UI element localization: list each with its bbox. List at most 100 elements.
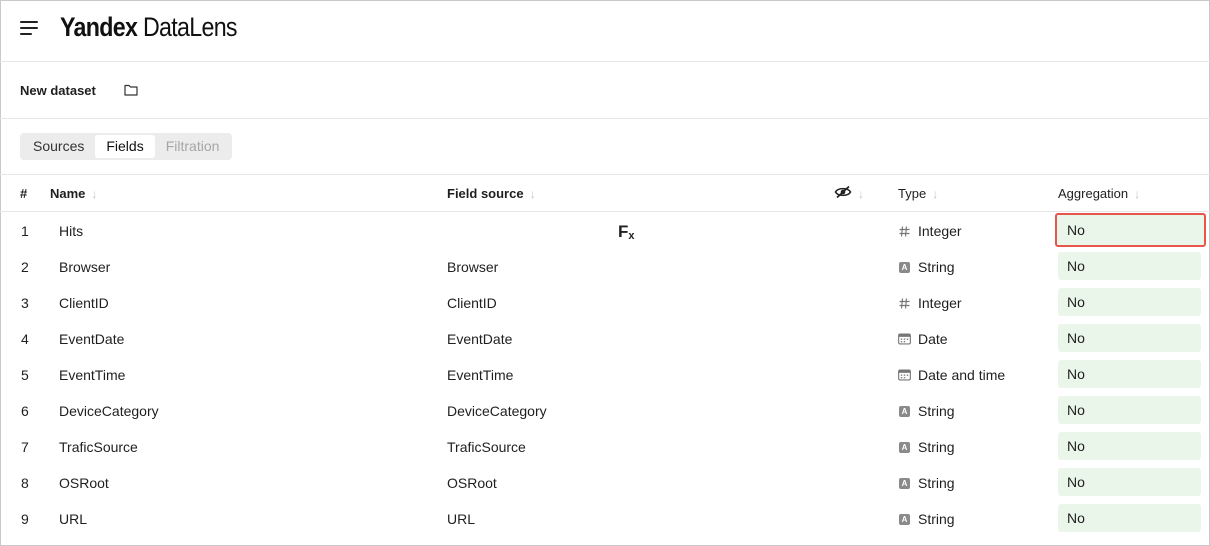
field-source[interactable]: ClientID — [447, 295, 497, 311]
arrow-down-icon[interactable]: ↓ — [91, 187, 97, 201]
string-icon: A — [898, 513, 911, 526]
column-header-name[interactable]: Name ↓ — [50, 186, 97, 201]
formula-icon[interactable]: Fx — [618, 222, 635, 242]
field-source[interactable]: EventTime — [447, 367, 513, 383]
field-type-label: String — [918, 403, 955, 419]
field-type[interactable]: A String — [898, 511, 955, 527]
column-header-type[interactable]: Type ↓ — [898, 186, 938, 201]
fields-table-header: # Name ↓ Field source ↓ ↓ Type ↓ Aggregatio… — [0, 176, 1210, 212]
folder-icon[interactable] — [124, 83, 138, 97]
column-header-aggregation[interactable]: Aggregation ↓ — [1058, 186, 1140, 201]
string-icon: A — [898, 477, 911, 490]
app-header: Yandex DataLens — [0, 0, 1210, 62]
string-icon: A — [898, 261, 911, 274]
field-name[interactable]: ClientID — [59, 295, 109, 311]
aggregation-select[interactable]: No — [1058, 432, 1201, 460]
table-row[interactable]: 7 TraficSource TraficSource A String No — [0, 428, 1210, 464]
aggregation-select[interactable]: No — [1058, 360, 1201, 388]
aggregation-select[interactable]: No — [1058, 468, 1201, 496]
column-header-visibility[interactable]: ↓ — [834, 185, 864, 202]
field-type-label: Date and time — [918, 367, 1006, 383]
field-type[interactable]: A String — [898, 403, 955, 419]
column-header-source-label: Field source — [447, 186, 524, 201]
aggregation-select[interactable]: No — [1058, 288, 1201, 316]
logo-yandex: Yandex — [60, 12, 138, 42]
aggregation-select[interactable]: No — [1058, 504, 1201, 532]
field-type[interactable]: A String — [898, 259, 955, 275]
field-type[interactable]: A String — [898, 439, 955, 455]
field-source[interactable]: Browser — [447, 259, 498, 275]
field-type-label: String — [918, 439, 955, 455]
field-type-label: Integer — [918, 223, 962, 239]
field-name[interactable]: DeviceCategory — [59, 403, 159, 419]
calendar-icon — [898, 333, 911, 346]
field-name[interactable]: URL — [59, 511, 87, 527]
row-number: 7 — [21, 439, 29, 455]
row-number: 4 — [21, 331, 29, 347]
row-number: 1 — [21, 223, 29, 239]
field-source[interactable]: DeviceCategory — [447, 403, 547, 419]
table-row[interactable]: 4 EventDate EventDate Date No — [0, 320, 1210, 356]
arrow-down-icon[interactable]: ↓ — [530, 187, 536, 201]
aggregation-select[interactable]: No — [1055, 213, 1206, 247]
column-header-aggregation-label: Aggregation — [1058, 186, 1129, 201]
field-type[interactable]: A String — [898, 475, 955, 491]
field-type[interactable]: Date — [898, 331, 948, 347]
tab-bar: Sources Fields Filtration — [0, 120, 1210, 175]
table-row[interactable]: 3 ClientID ClientID Integer No — [0, 284, 1210, 320]
table-row[interactable]: 5 EventTime EventTime Date and time No — [0, 356, 1210, 392]
field-name[interactable]: Hits — [59, 223, 83, 239]
arrow-down-icon[interactable]: ↓ — [932, 187, 938, 201]
table-row[interactable]: 9 URL URL A String No — [0, 500, 1210, 536]
tab-fields[interactable]: Fields — [95, 135, 155, 158]
column-header-number: # — [20, 186, 28, 201]
tab-group: Sources Fields Filtration — [20, 133, 233, 160]
tab-filtration: Filtration — [165, 138, 220, 154]
formula-sub: x — [628, 230, 635, 242]
dataset-title-bar: New dataset — [0, 63, 1210, 119]
table-row[interactable]: 8 OSRoot OSRoot A String No — [0, 464, 1210, 500]
row-number: 2 — [21, 259, 29, 275]
field-source[interactable]: URL — [447, 511, 475, 527]
hash-icon — [898, 297, 911, 310]
table-row[interactable]: 2 Browser Browser A String No — [0, 248, 1210, 284]
column-header-name-label: Name — [50, 186, 86, 201]
row-number: 6 — [21, 403, 29, 419]
arrow-down-icon[interactable]: ↓ — [1134, 187, 1140, 201]
field-type[interactable]: Integer — [898, 295, 962, 311]
hash-icon — [898, 225, 911, 238]
field-source[interactable]: EventDate — [447, 331, 512, 347]
tab-sources[interactable]: Sources — [22, 135, 95, 158]
field-name[interactable]: TraficSource — [59, 439, 138, 455]
table-row[interactable]: 6 DeviceCategory DeviceCategory A String No — [0, 392, 1210, 428]
field-name[interactable]: EventDate — [59, 331, 124, 347]
string-icon: A — [898, 405, 911, 418]
calendar-icon — [898, 369, 911, 382]
aggregation-select[interactable]: No — [1058, 396, 1201, 424]
table-row[interactable]: 1 Hits Fx Integer No — [0, 212, 1210, 248]
aggregation-select[interactable]: No — [1058, 252, 1201, 280]
arrow-down-icon[interactable]: ↓ — [858, 187, 864, 201]
field-type[interactable]: Date and time — [898, 367, 1005, 383]
field-name[interactable]: OSRoot — [59, 475, 109, 491]
field-type-label: String — [918, 259, 955, 275]
app-logo[interactable]: Yandex DataLens — [60, 12, 238, 43]
column-header-field-source[interactable]: Field source ↓ — [447, 186, 536, 201]
hamburger-icon[interactable] — [20, 19, 40, 37]
formula-label: F — [618, 222, 629, 241]
row-number: 9 — [21, 511, 29, 527]
field-source[interactable]: TraficSource — [447, 439, 526, 455]
column-header-type-label: Type — [898, 186, 927, 201]
field-type-label: String — [918, 475, 955, 491]
field-name[interactable]: EventTime — [59, 367, 125, 383]
dataset-title: New dataset — [20, 83, 96, 98]
field-type-label: String — [918, 511, 955, 527]
eye-crossed-icon[interactable] — [834, 185, 852, 202]
field-name[interactable]: Browser — [59, 259, 110, 275]
field-source[interactable]: OSRoot — [447, 475, 497, 491]
row-number: 5 — [21, 367, 29, 383]
field-type[interactable]: Integer — [898, 223, 962, 239]
string-icon: A — [898, 441, 911, 454]
aggregation-select[interactable]: No — [1058, 324, 1201, 352]
field-type-label: Date — [918, 331, 948, 347]
